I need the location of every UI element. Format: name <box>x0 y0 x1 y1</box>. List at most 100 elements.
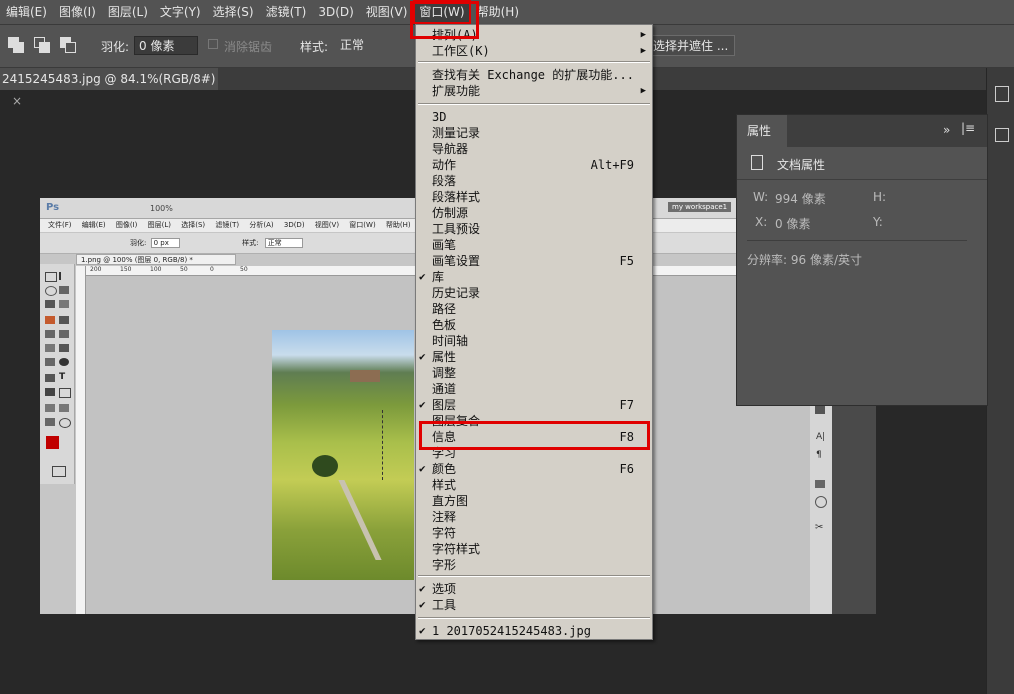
embedded-menu-item: 视图(V) <box>314 221 340 229</box>
window-menu-item[interactable]: 字符 <box>432 525 650 541</box>
window-menu-item[interactable]: 测量记录 <box>432 125 650 141</box>
subtract-selection-icon[interactable] <box>60 37 76 53</box>
menu-separator <box>418 575 650 577</box>
shape-tool-icon <box>59 388 71 398</box>
window-menu-item[interactable]: 3D <box>432 109 650 125</box>
wand-tool-icon <box>59 286 69 294</box>
hand-tool-icon <box>45 418 55 426</box>
menu-item-label: 字形 <box>432 558 457 572</box>
select-and-mask-button[interactable]: 选择并遮住 ... <box>646 35 736 56</box>
add-selection-icon[interactable] <box>34 37 50 53</box>
width-value[interactable]: 994 像素 <box>775 190 826 207</box>
ruler-tick-label: 200 <box>90 266 102 273</box>
height-label: H: <box>873 190 887 204</box>
window-menu-item[interactable]: 直方图 <box>432 493 650 509</box>
window-menu-item[interactable]: ✔ 颜色 F6 <box>419 461 650 477</box>
window-menu-item[interactable]: 画笔 <box>432 237 650 253</box>
width-label: W: <box>753 190 769 204</box>
panel-icon[interactable] <box>995 86 1009 102</box>
antialias-checkbox[interactable] <box>208 39 218 49</box>
window-menu-item[interactable]: 历史记录 <box>432 285 650 301</box>
window-menu-item[interactable]: 导航器 <box>432 141 650 157</box>
menu-item-label: 动作 <box>432 158 457 172</box>
foreground-color-swatch <box>46 436 59 449</box>
menu-item-label: 工作区(K) <box>432 44 490 58</box>
menu-layer[interactable]: 图层(L) <box>102 0 154 24</box>
embedded-style-label: 样式: <box>242 239 259 247</box>
embedded-zoom: 100% <box>150 204 173 213</box>
document-tab[interactable]: 2415245483.jpg @ 84.1%(RGB/8#) × <box>0 68 218 108</box>
checkmark-icon: ✔ <box>419 598 426 611</box>
window-menu-dropdown: 排列(A) ▶ 工作区(K) ▶ 查找有关 Exchange 的扩展功能... 扩展功能 ▶… <box>415 24 653 640</box>
style-select[interactable]: 正常 <box>336 36 416 55</box>
menu-bar: 编辑(E) 图像(I) 图层(L) 文字(Y) 选择(S) 滤镜(T) 3D(D… <box>0 0 1014 25</box>
embedded-menu-item: 编辑(E) <box>81 221 106 229</box>
menu-type[interactable]: 文字(Y) <box>154 0 207 24</box>
menu-3d[interactable]: 3D(D) <box>312 0 359 24</box>
x-value[interactable]: 0 像素 <box>775 215 810 232</box>
window-menu-item[interactable]: 工具预设 <box>432 221 650 237</box>
checkmark-icon: ✔ <box>419 350 426 363</box>
window-menu-item[interactable]: 路径 <box>432 301 650 317</box>
embedded-menu-item: 滤镜(T) <box>215 221 240 229</box>
window-menu-item[interactable]: ✔ 1 2017052415245483.jpg <box>419 623 650 639</box>
stamp-tool-icon <box>45 330 55 338</box>
ruler-tick-label: 150 <box>120 266 132 273</box>
window-menu-item[interactable]: 扩展功能 ▶ <box>432 83 650 99</box>
menu-filter[interactable]: 滤镜(T) <box>260 0 313 24</box>
window-menu-item[interactable]: 时间轴 <box>432 333 650 349</box>
window-menu-item[interactable]: 段落 <box>432 173 650 189</box>
window-menu-item[interactable]: 字符样式 <box>432 541 650 557</box>
window-menu-item[interactable]: ✔ 图层 F7 <box>419 397 650 413</box>
menu-item-label: 颜色 <box>432 462 457 476</box>
menu-view[interactable]: 视图(V) <box>360 0 414 24</box>
menu-edit[interactable]: 编辑(E) <box>0 0 53 24</box>
window-menu-item[interactable]: 样式 <box>432 477 650 493</box>
window-menu-item[interactable]: 色板 <box>432 317 650 333</box>
window-menu-item[interactable]: 通道 <box>432 381 650 397</box>
properties-tab[interactable]: 属性 <box>737 115 787 147</box>
close-tab-icon[interactable]: × <box>12 94 22 108</box>
embedded-panel-icons: A| ¶ ✂ <box>810 398 832 614</box>
window-menu-item[interactable]: 调整 <box>432 365 650 381</box>
window-menu-item[interactable]: 仿制源 <box>432 205 650 221</box>
menu-image[interactable]: 图像(I) <box>53 0 102 24</box>
window-menu-item[interactable]: ✔ 选项 <box>419 581 650 597</box>
window-menu-item[interactable]: 注释 <box>432 509 650 525</box>
new-selection-icon[interactable] <box>8 37 24 53</box>
window-menu-item[interactable]: ✔ 属性 <box>419 349 650 365</box>
panel-menu-icon[interactable]: |≡ <box>961 121 975 135</box>
window-menu-item[interactable]: 查找有关 Exchange 的扩展功能... <box>432 67 650 83</box>
zoom-tool-icon <box>59 418 71 428</box>
window-menu-item[interactable]: 字形 <box>432 557 650 573</box>
window-menu-item[interactable]: 段落样式 <box>432 189 650 205</box>
window-menu-item[interactable]: ✔ 工具 <box>419 597 650 613</box>
checkmark-icon: ✔ <box>419 582 426 595</box>
highlight-info-item <box>419 421 650 450</box>
3d-cube-icon[interactable] <box>995 128 1009 142</box>
menu-separator <box>418 103 650 105</box>
menu-separator <box>418 617 650 619</box>
properties-panel: 属性 » |≡ 文档属性 W: 994 像素 H: X: 0 像素 Y: 分辨率… <box>736 114 988 406</box>
brush-tool-icon <box>59 316 69 324</box>
menu-item-label: 查找有关 Exchange 的扩展功能... <box>432 68 634 82</box>
tree <box>312 455 338 477</box>
feather-input[interactable]: 0 像素 <box>134 36 198 55</box>
highlight-window-menu <box>410 1 479 39</box>
embedded-menu-item: 选择(S) <box>181 221 206 229</box>
window-menu-item[interactable]: 工作区(K) ▶ <box>432 43 650 59</box>
crop-tool-icon <box>45 300 55 308</box>
blur-tool-icon <box>45 358 55 366</box>
lasso-tool-icon <box>45 286 57 296</box>
type-tool-icon: T <box>59 372 66 382</box>
embedded-ruler-left <box>76 266 86 614</box>
window-menu-item[interactable]: 动作 Alt+F9 <box>432 157 650 173</box>
ps-logo-icon: Ps <box>46 202 60 213</box>
collapse-panel-icon[interactable]: » <box>943 123 950 137</box>
panel-icon <box>815 496 827 508</box>
window-menu-item[interactable]: 画笔设置 F5 <box>432 253 650 269</box>
pen-tool-icon <box>45 374 55 382</box>
menu-select[interactable]: 选择(S) <box>207 0 260 24</box>
window-menu-item[interactable]: ✔ 库 <box>419 269 650 285</box>
embedded-workspace: my workspace1 <box>668 202 732 212</box>
